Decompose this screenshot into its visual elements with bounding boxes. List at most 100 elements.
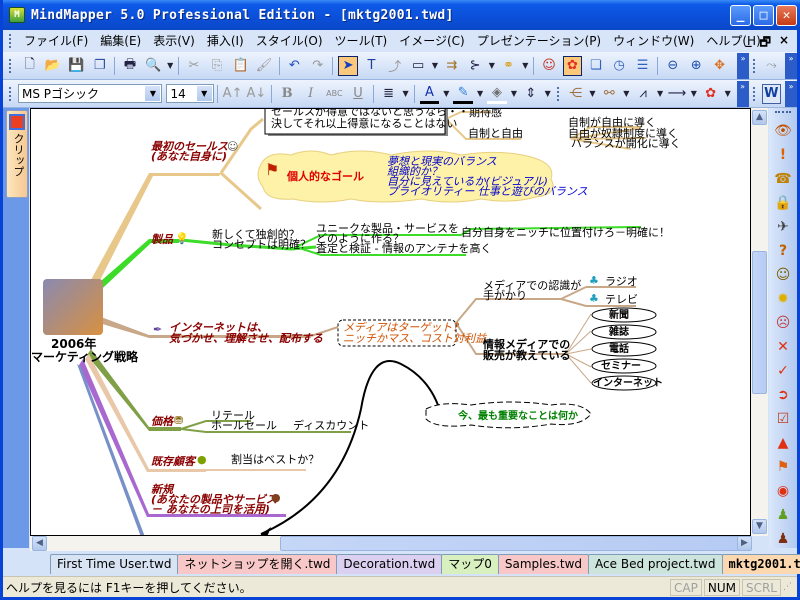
node-sales-2[interactable]: (あなた自身に) xyxy=(151,151,227,162)
smile-icon[interactable]: ☺ xyxy=(772,264,794,286)
insert-box-dropdown[interactable]: ▼ xyxy=(432,61,438,70)
align-icon[interactable]: ≣ xyxy=(379,84,399,104)
node-existing[interactable]: 既存顧客 xyxy=(151,456,195,467)
node-freedom[interactable]: 自制と自由 xyxy=(468,128,523,139)
relation-link-icon[interactable]: ⤳ xyxy=(762,56,781,76)
relation-icon[interactable]: ⇉ xyxy=(442,56,461,76)
node-tv[interactable]: テレビ xyxy=(605,294,638,305)
node-personal-goal[interactable]: 個人的なゴール xyxy=(287,171,364,182)
node-expectation[interactable]: 期待感 xyxy=(469,109,502,118)
branch-icon[interactable]: ⊱ xyxy=(465,56,484,76)
save-icon[interactable]: 💾 xyxy=(67,56,86,76)
toolbar-overflow-chevron[interactable]: » xyxy=(785,52,797,79)
node-product-c2[interactable]: 査定と検証 - 情報のアンテナを高く xyxy=(316,243,492,254)
format-brush-icon[interactable]: 🖌 xyxy=(254,56,273,76)
map-layout-dropdown[interactable]: ▼ xyxy=(589,89,595,98)
node-price[interactable]: 価格 xyxy=(151,416,173,427)
font-color-dropdown[interactable]: ▼ xyxy=(443,89,449,98)
text-edit-icon[interactable]: T xyxy=(362,56,381,76)
font-color-icon[interactable]: A xyxy=(419,84,440,104)
center-image[interactable] xyxy=(43,279,103,335)
save-all-icon[interactable]: ❐ xyxy=(90,56,109,76)
open-folder-icon[interactable]: 📂 xyxy=(43,56,62,76)
line-shape-icon[interactable]: ⩘ xyxy=(633,84,653,104)
word-export-icon[interactable]: W xyxy=(761,83,782,104)
tab-samples[interactable]: Samples.twd xyxy=(497,554,590,574)
font-size-select[interactable]: 14 ▼ xyxy=(166,84,214,103)
scroll-left-button[interactable]: ◀ xyxy=(32,536,47,551)
toolbar-grip[interactable] xyxy=(752,58,756,73)
node-internet-oval[interactable]: インターネット xyxy=(593,378,663,389)
menu-presentation[interactable]: プレゼンテーション(P) xyxy=(471,32,607,49)
fill-color-dropdown[interactable]: ▼ xyxy=(511,89,517,98)
menu-file[interactable]: ファイル(F) xyxy=(18,32,94,49)
menu-tools[interactable]: ツール(T) xyxy=(329,32,394,49)
select-pointer-icon[interactable]: ➤ xyxy=(338,55,358,76)
scroll-right-button[interactable]: ▶ xyxy=(737,536,752,551)
toolbar-overflow-chevron[interactable]: » xyxy=(736,80,749,107)
bold-button[interactable]: B xyxy=(277,84,297,104)
toolbar-grip[interactable] xyxy=(752,86,756,101)
node-product-q2[interactable]: コンセプトは明確？ xyxy=(212,239,311,250)
triangle-icon[interactable]: ▲ xyxy=(772,432,794,454)
tab-mktg2001[interactable]: mktg2001.twd xyxy=(721,554,800,574)
line-spacing-dropdown[interactable]: ▼ xyxy=(545,89,551,98)
center-year-text[interactable]: 2006年 xyxy=(51,338,97,350)
zoom-in-icon[interactable]: ⊕ xyxy=(687,56,706,76)
node-sales-media-2[interactable]: 販売が教えている xyxy=(483,350,570,361)
fit-window-icon[interactable]: ✥ xyxy=(710,56,729,76)
node-new-3[interactable]: － あなたの上司を活用) xyxy=(151,504,270,515)
time-icon[interactable]: ◷ xyxy=(610,56,629,76)
node-wholesale[interactable]: ホールセール xyxy=(211,420,277,431)
node-seminar[interactable]: セミナー xyxy=(601,361,641,372)
node-media-2[interactable]: ニッチかマス、コスト対利益 xyxy=(343,333,486,344)
node-magazine[interactable]: 雑誌 xyxy=(609,327,629,338)
mdi-restore-button[interactable]: 🗗 xyxy=(760,33,771,54)
eye-icon[interactable]: 👁 xyxy=(772,120,794,142)
arrow-style-dropdown[interactable]: ▼ xyxy=(691,89,697,98)
add-topic-icon[interactable]: ⤴ xyxy=(385,56,404,76)
boundary-icon[interactable]: ⚭ xyxy=(499,56,518,76)
copy-icon[interactable]: ⎘ xyxy=(208,56,227,76)
node-newspaper[interactable]: 新聞 xyxy=(609,310,629,321)
sad-face-icon[interactable]: ☹ xyxy=(772,312,794,334)
horizontal-scroll-thumb[interactable] xyxy=(280,536,750,551)
menu-edit[interactable]: 編集(E) xyxy=(94,32,147,49)
node-product[interactable]: 製品 xyxy=(151,234,173,245)
clip-tab[interactable]: クリップ xyxy=(6,110,28,198)
grow-font-icon[interactable]: A↑ xyxy=(223,84,243,104)
symbol-icon[interactable]: ✿ xyxy=(701,84,721,104)
record-icon[interactable]: ◉ xyxy=(772,480,794,502)
toolbar-overflow-chevron[interactable]: » xyxy=(785,80,797,107)
align-dropdown[interactable]: ▼ xyxy=(402,89,408,98)
presenter-icon[interactable]: ☺ xyxy=(539,56,558,76)
chevron-down-icon[interactable]: ▼ xyxy=(196,86,212,101)
check-mark-icon[interactable]: ✓ xyxy=(772,360,794,382)
person-green-icon[interactable]: ♟ xyxy=(772,504,794,526)
node-internet-2[interactable]: 気づかせ、理解させ、配布する xyxy=(169,333,323,344)
lock-icon[interactable]: 🔒 xyxy=(772,192,794,214)
node-discount[interactable]: ディスカウント xyxy=(293,420,369,431)
menu-window[interactable]: ウィンドウ(W) xyxy=(607,32,700,49)
toolbar-grip[interactable] xyxy=(775,111,791,117)
map-layout-icon[interactable]: ⋲ xyxy=(566,84,586,104)
arrow-style-icon[interactable]: ⟶ xyxy=(667,84,687,104)
airplane-icon[interactable]: ✈ xyxy=(772,216,794,238)
multi-window-icon[interactable]: ❏ xyxy=(586,56,605,76)
maximize-button[interactable]: □ xyxy=(753,5,774,26)
node-goal-c4[interactable]: プライオリティー 仕事と遊びのバランス xyxy=(387,186,588,197)
person-brown-icon[interactable]: ♟ xyxy=(772,528,794,550)
toolbar-grip[interactable] xyxy=(9,58,12,73)
paste-icon[interactable]: 📋 xyxy=(231,56,250,76)
print-preview-dropdown[interactable]: ▼ xyxy=(167,61,173,70)
print-preview-icon[interactable]: 🔍 xyxy=(144,56,163,76)
center-title[interactable]: マーケティング戦略 xyxy=(31,351,138,363)
line-shape-dropdown[interactable]: ▼ xyxy=(657,89,663,98)
symbol-dropdown[interactable]: ▼ xyxy=(725,89,731,98)
shrink-font-icon[interactable]: A↓ xyxy=(246,84,266,104)
highlight-color-dropdown[interactable]: ▼ xyxy=(477,89,483,98)
toolbar-overflow-chevron[interactable]: » xyxy=(737,52,749,79)
flag-icon[interactable]: ⚑ xyxy=(772,456,794,478)
scroll-up-button[interactable]: ▲ xyxy=(752,110,767,125)
resize-grip[interactable]: ⋰ xyxy=(783,582,797,592)
